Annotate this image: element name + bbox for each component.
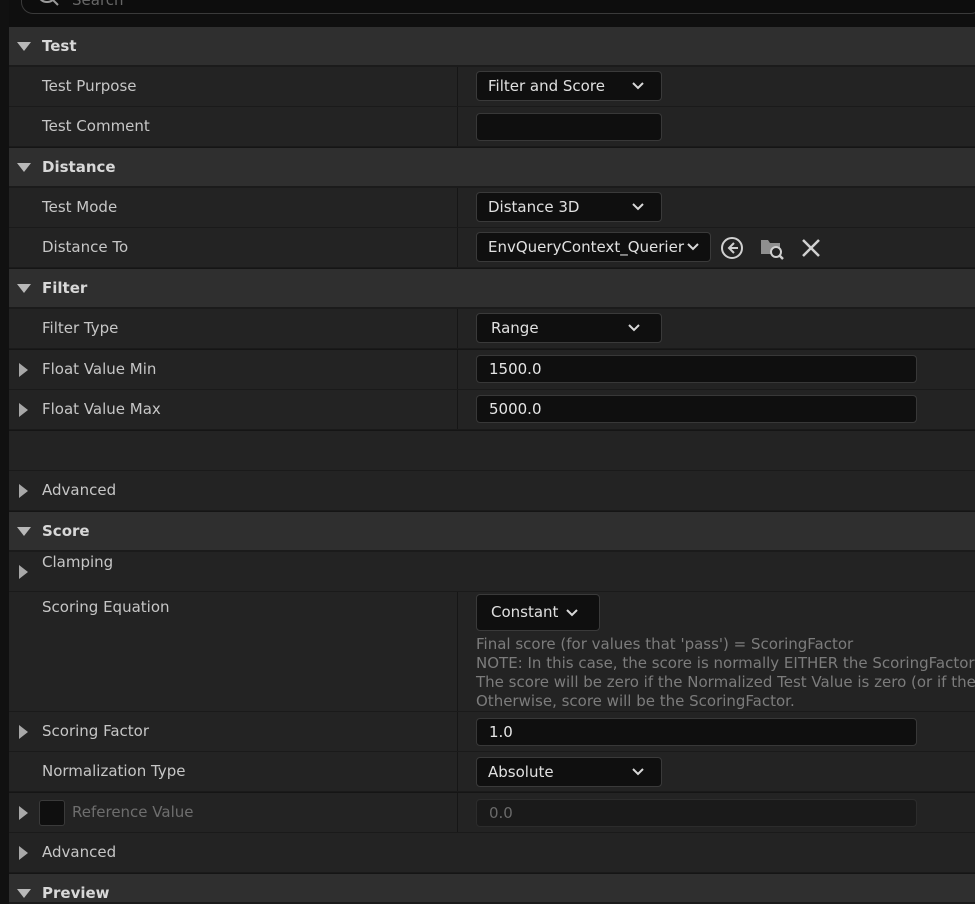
property-label: Test Comment xyxy=(42,117,150,135)
property-normalization-type: Normalization Type Absolute xyxy=(9,752,975,792)
empty-row xyxy=(9,431,975,471)
category-score[interactable]: Score xyxy=(9,512,975,552)
close-icon[interactable] xyxy=(799,236,823,260)
chevron-down-icon xyxy=(628,324,640,332)
collapse-arrow-icon[interactable] xyxy=(17,889,31,898)
category-title: Test xyxy=(42,37,77,55)
group-label: Clamping xyxy=(42,553,114,571)
expand-arrow-icon[interactable] xyxy=(19,484,28,498)
scoring-equation-dropdown[interactable]: Constant xyxy=(476,594,600,631)
chevron-down-icon xyxy=(687,243,699,251)
equation-description-line: Otherwise, score will be the ScoringFact… xyxy=(476,692,795,710)
test-mode-dropdown[interactable]: Distance 3D xyxy=(476,192,662,222)
category-test[interactable]: Test xyxy=(9,27,975,67)
property-scoring-equation: Scoring Equation Constant Final score (f… xyxy=(9,592,975,712)
property-reference-value: Reference Value 0.0 xyxy=(9,793,975,833)
category-title: Preview xyxy=(42,884,110,902)
arrow-left-circle-icon[interactable] xyxy=(719,235,745,261)
property-test-comment: Test Comment xyxy=(9,107,975,147)
property-label: Distance To xyxy=(42,238,129,256)
filter-type-dropdown[interactable]: Range xyxy=(476,313,662,343)
category-title: Score xyxy=(42,522,90,540)
property-label: Test Purpose xyxy=(42,77,137,95)
group-label: Advanced xyxy=(42,843,117,861)
float-value-max-field[interactable]: 5000.0 xyxy=(476,395,917,423)
chevron-down-icon xyxy=(632,82,644,90)
property-test-mode: Test Mode Distance 3D xyxy=(9,188,975,228)
folder-search-icon[interactable] xyxy=(758,234,786,262)
reference-value-field: 0.0 xyxy=(476,799,917,827)
search-input[interactable]: Search xyxy=(21,0,975,14)
float-value-min-field[interactable]: 1500.0 xyxy=(476,355,917,383)
category-preview[interactable]: Preview xyxy=(9,874,975,904)
search-icon xyxy=(39,0,59,6)
equation-description-line: Final score (for values that 'pass') = S… xyxy=(476,635,854,653)
collapse-arrow-icon[interactable] xyxy=(17,527,31,536)
expand-arrow-icon[interactable] xyxy=(19,806,28,820)
chevron-down-icon xyxy=(566,609,578,617)
expand-arrow-icon[interactable] xyxy=(19,725,28,739)
property-label: Scoring Equation xyxy=(42,598,170,616)
left-gutter xyxy=(0,0,9,904)
property-label: Float Value Max xyxy=(42,400,161,418)
score-advanced-group[interactable]: Advanced xyxy=(9,833,975,873)
collapse-arrow-icon[interactable] xyxy=(17,42,31,51)
normalization-type-dropdown[interactable]: Absolute xyxy=(476,757,662,787)
collapse-arrow-icon[interactable] xyxy=(17,163,31,172)
score-clamping-group[interactable]: Clamping xyxy=(9,552,975,592)
property-test-purpose: Test Purpose Filter and Score xyxy=(9,67,975,107)
expand-arrow-icon[interactable] xyxy=(19,846,28,860)
collapse-arrow-icon[interactable] xyxy=(17,284,31,293)
filter-advanced-group[interactable]: Advanced xyxy=(9,471,975,511)
property-label: Scoring Factor xyxy=(42,722,149,740)
group-label: Advanced xyxy=(42,481,117,499)
chevron-down-icon xyxy=(632,203,644,211)
equation-description-line: NOTE: In this case, the score is normall… xyxy=(476,654,975,672)
chevron-down-icon xyxy=(632,768,644,776)
category-title: Distance xyxy=(42,158,116,176)
property-label: Normalization Type xyxy=(42,762,186,780)
reference-value-checkbox[interactable] xyxy=(39,800,65,826)
property-float-value-max: Float Value Max 5000.0 xyxy=(9,390,975,430)
test-comment-field[interactable] xyxy=(476,113,662,141)
property-float-value-min: Float Value Min 1500.0 xyxy=(9,350,975,390)
property-filter-type: Filter Type Range xyxy=(9,309,975,349)
search-bar: Search xyxy=(9,0,975,28)
category-filter[interactable]: Filter xyxy=(9,269,975,309)
scoring-factor-field[interactable]: 1.0 xyxy=(476,718,917,746)
distance-to-dropdown[interactable]: EnvQueryContext_Querier xyxy=(476,232,711,262)
property-label: Reference Value xyxy=(72,803,194,821)
test-purpose-dropdown[interactable]: Filter and Score xyxy=(476,71,662,101)
property-distance-to: Distance To EnvQueryContext_Querier xyxy=(9,228,975,268)
equation-description-line: The score will be zero if the Normalized… xyxy=(476,673,975,691)
expand-arrow-icon[interactable] xyxy=(19,403,28,417)
property-label: Float Value Min xyxy=(42,360,157,378)
expand-arrow-icon[interactable] xyxy=(19,363,28,377)
expand-arrow-icon[interactable] xyxy=(19,565,28,579)
search-placeholder: Search xyxy=(72,0,124,9)
property-label: Filter Type xyxy=(42,319,119,337)
property-scoring-factor: Scoring Factor 1.0 xyxy=(9,712,975,752)
category-distance[interactable]: Distance xyxy=(9,148,975,188)
property-label: Test Mode xyxy=(42,198,118,216)
category-title: Filter xyxy=(42,279,88,297)
